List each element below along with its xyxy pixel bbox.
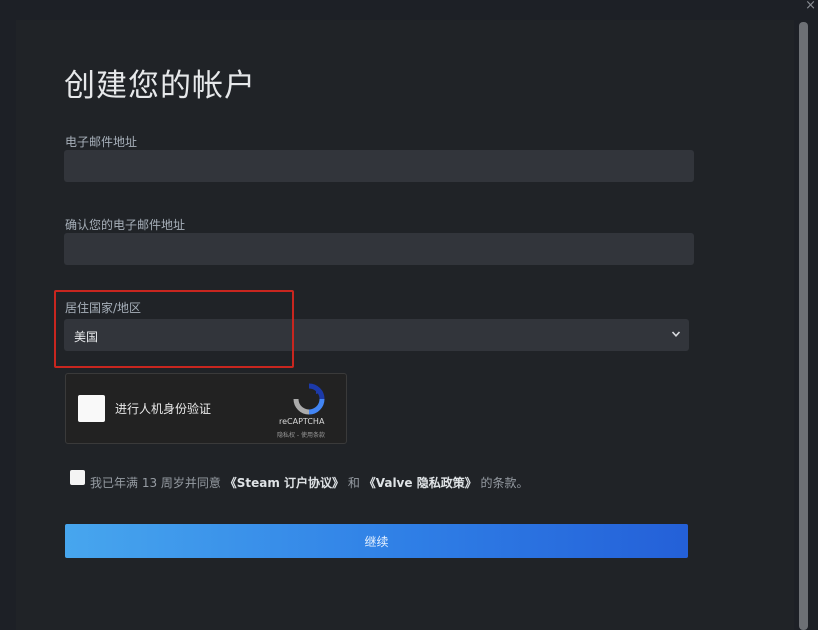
recaptcha-links[interactable]: 隐私权 - 使用条款 — [277, 430, 325, 439]
agreement-middle: 和 — [347, 476, 360, 490]
scrollbar[interactable] — [799, 22, 808, 630]
recaptcha-logo-icon — [293, 383, 325, 415]
continue-button[interactable]: 继续 — [65, 524, 688, 558]
confirm-email-field[interactable] — [64, 233, 694, 265]
recaptcha-widget: 进行人机身份验证 reCAPTCHA 隐私权 - 使用条款 — [65, 373, 347, 444]
valve-privacy-link[interactable]: 《Valve 隐私政策》 — [364, 476, 477, 490]
email-field[interactable] — [64, 150, 694, 182]
page: × 创建您的帐户 电子邮件地址 确认您的电子邮件地址 居住国家/地区 美国 进行… — [0, 0, 818, 630]
steam-agreement-link[interactable]: 《Steam 订户协议》 — [225, 476, 344, 490]
agreement-suffix: 的条款。 — [480, 476, 529, 490]
confirm-email-label: 确认您的电子邮件地址 — [65, 218, 186, 232]
page-title: 创建您的帐户 — [64, 68, 256, 104]
agreement-checkbox[interactable] — [70, 470, 85, 485]
agreement-prefix: 我已年满 13 周岁并同意 — [90, 476, 221, 490]
recaptcha-checkbox[interactable] — [78, 395, 105, 422]
email-label: 电子邮件地址 — [65, 135, 138, 149]
chevron-down-icon — [671, 331, 681, 337]
close-icon[interactable]: × — [805, 0, 816, 13]
country-highlight-box — [54, 290, 294, 368]
recaptcha-label: 进行人机身份验证 — [115, 402, 212, 416]
agreement-text: 我已年满 13 周岁并同意 《Steam 订户协议》 和 《Valve 隐私政策… — [90, 474, 529, 491]
recaptcha-brand: reCAPTCHA — [279, 417, 325, 426]
